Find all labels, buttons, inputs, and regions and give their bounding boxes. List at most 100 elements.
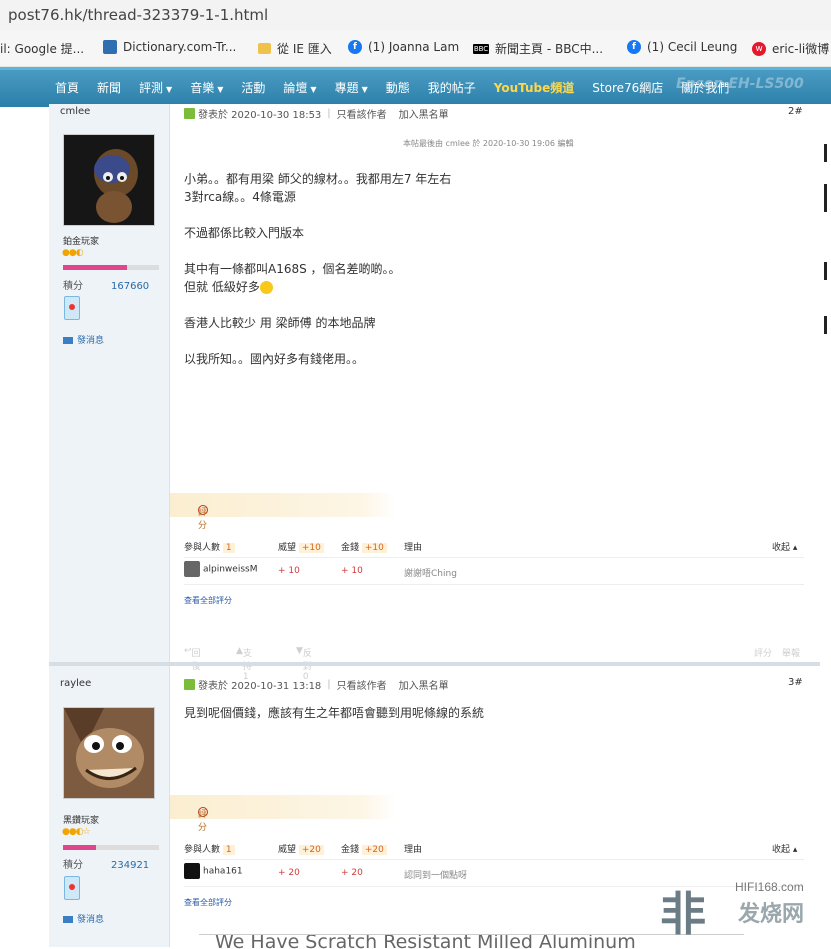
post-status-icon xyxy=(184,108,195,119)
reply-button[interactable]: ↩ 回復 xyxy=(184,646,201,672)
oppose-button[interactable]: ▼ 反對 0 xyxy=(296,646,312,682)
rating-table: 參與人數 1 威望 +10 金錢 +10 理由 收起 ▴ alpinweissM… xyxy=(184,535,804,585)
user-points: 積分 167660 xyxy=(63,281,150,292)
post-author-name[interactable]: raylee xyxy=(60,678,91,689)
facebook-icon: f xyxy=(627,40,641,54)
url-text[interactable]: post76.hk/thread-323379-1-1.html xyxy=(8,6,268,24)
post-line: 見到呢個價錢，應該有生之年都唔會聽到用呢條線的系統 xyxy=(184,706,485,720)
site-watermark-logo: 非 HIFI168.com 发烧网 xyxy=(660,872,820,941)
support-button[interactable]: ▲ 支持 1 xyxy=(236,646,252,682)
bookmark-google[interactable]: il: Google 提... xyxy=(0,40,84,57)
post-date: 發表於 2020-10-30 18:53 xyxy=(198,110,322,121)
send-message-link[interactable]: 發消息 xyxy=(63,333,104,346)
post-body: 小弟。。都有用梁 師父的線材。。我都用左7 年左右 3對rca線。。4條電源 不… xyxy=(184,170,451,368)
medal-badge-icon[interactable] xyxy=(64,296,80,320)
nav-menu: 首頁 新聞 評測 ▼ 音樂 ▼ 活動 論壇 ▼ 專題 ▼ 動態 我的帖子 YouTube… xyxy=(55,79,747,96)
chevron-down-icon: ▼ xyxy=(217,85,224,94)
user-points: 積分 234921 xyxy=(63,860,150,871)
weibo-icon: w xyxy=(752,41,766,56)
rating-header-row: 參與人數 1 威望 +20 金錢 +20 理由 收起 ▴ xyxy=(184,837,804,860)
chevron-down-icon: ▼ xyxy=(361,85,368,94)
report-button[interactable]: 舉報 xyxy=(782,646,800,659)
floor-number[interactable]: 2# xyxy=(788,106,803,117)
rating-header-row: 參與人數 1 威望 +10 金錢 +10 理由 收起 ▴ xyxy=(184,535,804,558)
page-scroll-edge xyxy=(820,104,831,947)
nav-home[interactable]: 首頁 xyxy=(55,79,79,96)
only-author-link[interactable]: 只看該作者 xyxy=(337,106,387,121)
rating-section-header: 評分 xyxy=(170,493,396,531)
avatar xyxy=(184,863,200,879)
blacklist-link[interactable]: 加入黑名單 xyxy=(399,677,449,692)
bookmarks-bar: il: Google 提... Dictionary.com-Tr... 從 I… xyxy=(0,30,831,67)
nav-forum[interactable]: 論壇 ▼ xyxy=(283,79,316,96)
nav-music[interactable]: 音樂 ▼ xyxy=(190,79,223,96)
post-body: 見到呢個價錢，應該有生之年都唔會聽到用呢條線的系統 xyxy=(184,704,484,722)
user-rank: 黑鑽玩家 xyxy=(63,816,100,826)
post-line: 以我所知。。國內好多有錢佬用。。 xyxy=(184,352,365,366)
post-author-name[interactable]: cmlee xyxy=(60,106,90,117)
rating-section-header: 評分 xyxy=(170,795,396,833)
collapse-rating-link[interactable]: 收起 ▴ xyxy=(772,540,797,553)
post-header: 發表於 2020-10-30 18:53 | 只看該作者 加入黑名單 xyxy=(184,106,449,121)
rate-button[interactable]: 評分 xyxy=(754,646,772,659)
envelope-icon xyxy=(63,337,73,344)
avatar[interactable] xyxy=(63,134,155,226)
view-all-ratings-link[interactable]: 查看全部評分 xyxy=(184,595,232,606)
only-author-link[interactable]: 只看該作者 xyxy=(337,677,387,692)
avatar xyxy=(184,561,200,577)
nav-youtube[interactable]: YouTube頻道 xyxy=(494,79,575,96)
bookmark-cecil-leung[interactable]: f (1) Cecil Leung xyxy=(627,40,737,54)
post-line: 小弟。。都有用梁 師父的線材。。我都用左7 年左右 xyxy=(184,172,452,186)
facebook-icon: f xyxy=(348,40,362,54)
watermark-logo-icon: 非 xyxy=(660,887,706,941)
rater-link[interactable]: haha161 xyxy=(184,863,243,879)
floor-number[interactable]: 3# xyxy=(788,677,803,688)
rank-medals-icon: ●●◐☆ xyxy=(62,827,91,837)
rating-row: alpinweissM + 10 + 10 謝謝唔Ching xyxy=(184,558,804,585)
post-line: 不過都係比較入門版本 xyxy=(184,226,305,240)
nav-feed[interactable]: 動態 xyxy=(386,79,410,96)
nav-my-posts[interactable]: 我的帖子 xyxy=(428,79,476,96)
avatar-image xyxy=(64,135,154,225)
smiley-icon xyxy=(259,281,273,294)
address-bar[interactable]: post76.hk/thread-323379-1-1.html xyxy=(0,0,831,30)
rank-medals-icon: ●●◐ xyxy=(62,248,84,258)
nav-reviews[interactable]: 評測 ▼ xyxy=(139,79,172,96)
rank-progress-bar xyxy=(63,845,159,850)
nav-events[interactable]: 活動 xyxy=(241,79,265,96)
post-line: 但就 低級好多 xyxy=(184,280,260,294)
bookmark-dictionary[interactable]: Dictionary.com-Tr... xyxy=(103,40,236,54)
post-line: 其中有一條都叫A168S ，個名差啲啲。。 xyxy=(184,262,401,276)
post-date: 發表於 2020-10-31 13:18 xyxy=(198,681,322,692)
chevron-down-icon: ▼ xyxy=(310,85,317,94)
dictionary-icon xyxy=(103,40,117,54)
nav-news[interactable]: 新聞 xyxy=(97,79,121,96)
avatar[interactable] xyxy=(63,707,155,799)
collapse-rating-link[interactable]: 收起 ▴ xyxy=(772,842,797,855)
nav-topics[interactable]: 專題 ▼ xyxy=(335,79,368,96)
post-header: 發表於 2020-10-31 13:18 | 只看該作者 加入黑名單 xyxy=(184,677,449,692)
post-divider xyxy=(49,662,820,666)
envelope-icon xyxy=(63,916,73,923)
view-all-ratings-link[interactable]: 查看全部評分 xyxy=(184,897,232,908)
bookmark-weibo[interactable]: w eric-li微博 xyxy=(752,40,829,57)
bookmark-joanna-lam[interactable]: f (1) Joanna Lam xyxy=(348,40,459,54)
rater-link[interactable]: alpinweissM xyxy=(184,561,257,577)
user-rank: 鉑金玩家 xyxy=(63,237,100,247)
nav-about[interactable]: 關於我們 xyxy=(681,79,729,96)
post-status-icon xyxy=(184,679,195,690)
chevron-down-icon: ▼ xyxy=(166,85,173,94)
medal-badge-icon[interactable] xyxy=(64,876,80,900)
bbc-icon: BBC xyxy=(473,43,489,54)
blacklist-link[interactable]: 加入黑名單 xyxy=(399,106,449,121)
folder-icon xyxy=(258,43,271,54)
avatar-image xyxy=(64,708,154,798)
edit-note: 本帖最後由 cmlee 於 2020-10-30 19:06 編輯 xyxy=(403,139,574,148)
send-message-link[interactable]: 發消息 xyxy=(63,912,104,925)
post-line: 3對rca線。。4條電源 xyxy=(184,190,296,204)
bookmark-bbc[interactable]: BBC 新聞主頁 - BBC中... xyxy=(473,40,603,57)
bookmark-ie-import[interactable]: 從 IE 匯入 xyxy=(258,40,332,57)
post-line: 香港人比較少 用 梁師傅 的本地品牌 xyxy=(184,316,376,330)
rank-progress-bar xyxy=(63,265,159,270)
nav-store[interactable]: Store76網店 xyxy=(592,79,663,96)
